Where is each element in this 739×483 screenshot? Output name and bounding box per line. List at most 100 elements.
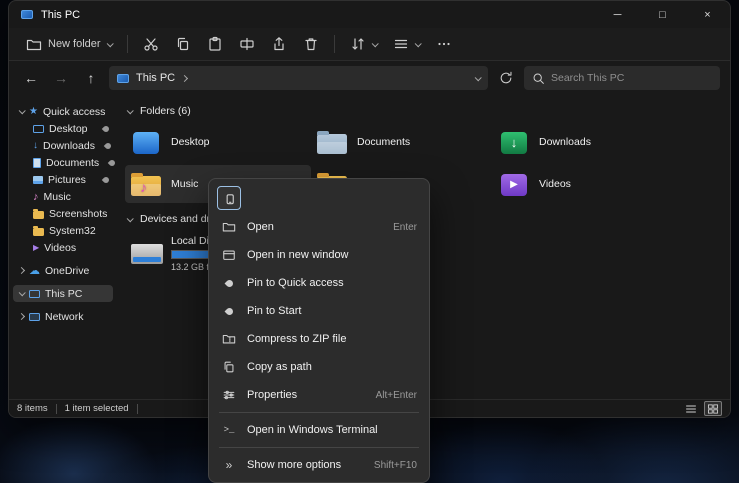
chevron-right-icon — [181, 74, 188, 81]
window-controls: ─ □ × — [595, 1, 730, 28]
videos-folder-icon: ▶ — [499, 171, 529, 198]
sidebar-item-label: Videos — [44, 242, 76, 254]
paste-button[interactable] — [200, 31, 230, 57]
thumbnail-view-button[interactable] — [704, 401, 722, 416]
thumbnail-view-icon — [707, 403, 719, 415]
folder-tile-desktop[interactable]: Desktop — [125, 123, 311, 161]
address-location[interactable]: This PC — [136, 72, 175, 84]
copy-path-icon — [221, 360, 237, 374]
menu-item-pin-start[interactable]: Pin to Start — [213, 297, 425, 325]
picture-icon — [33, 176, 43, 184]
properties-icon — [221, 388, 237, 402]
sidebar-item-downloads[interactable]: ↓ Downloads — [13, 137, 113, 154]
sidebar-item-label: Desktop — [49, 123, 88, 135]
sort-button[interactable] — [343, 31, 384, 57]
sidebar-item-network[interactable]: Network — [13, 308, 113, 325]
desktop-folder-icon — [131, 129, 161, 156]
paste-icon — [207, 36, 223, 52]
refresh-icon — [499, 71, 513, 85]
copy-button[interactable] — [168, 31, 198, 57]
delete-icon — [303, 36, 319, 52]
new-folder-button[interactable]: New folder — [19, 31, 119, 57]
sidebar-item-desktop[interactable]: Desktop — [13, 120, 113, 137]
menu-separator — [219, 447, 419, 448]
play-icon: ▶ — [33, 243, 39, 252]
folder-tile-documents[interactable]: Documents — [311, 123, 493, 161]
search-box[interactable] — [524, 66, 720, 90]
close-button[interactable]: × — [685, 1, 730, 28]
rename-icon — [239, 36, 255, 52]
sidebar-item-label: OneDrive — [45, 265, 89, 277]
menu-item-copy-as-path[interactable]: Copy as path — [213, 353, 425, 381]
sidebar-item-onedrive[interactable]: ☁ OneDrive — [13, 262, 113, 279]
sidebar-item-pictures[interactable]: Pictures — [13, 171, 113, 188]
open-icon — [221, 220, 237, 234]
sidebar-item-documents[interactable]: Documents — [13, 154, 113, 171]
see-more-icon — [436, 36, 452, 52]
downloads-folder-icon: ↓ — [499, 129, 529, 156]
copy-icon — [222, 191, 237, 206]
sidebar-item-music[interactable]: ♪ Music — [13, 188, 113, 205]
maximize-button[interactable]: □ — [640, 1, 685, 28]
context-menu: Open Enter Open in new window Pin to Qui… — [208, 178, 430, 483]
refresh-button[interactable] — [494, 66, 518, 90]
zip-icon — [221, 332, 237, 346]
network-icon — [29, 313, 40, 321]
pin-icon — [102, 175, 110, 183]
context-menu-icon-strip — [213, 183, 425, 213]
details-view-button[interactable] — [682, 401, 700, 416]
sidebar-item-label: Pictures — [48, 174, 86, 186]
cut-button[interactable] — [136, 31, 166, 57]
items-count: 8 items — [17, 403, 48, 414]
back-button[interactable]: ← — [19, 66, 43, 90]
menu-item-show-more-options[interactable]: » Show more options Shift+F10 — [213, 451, 425, 479]
rename-button[interactable] — [232, 31, 262, 57]
folders-section-header[interactable]: Folders (6) — [125, 101, 730, 121]
chevron-right-icon — [18, 313, 25, 320]
view-icon — [393, 36, 409, 52]
titlebar: This PC ─ □ × — [9, 1, 730, 28]
onedrive-cloud-icon: ☁ — [29, 264, 40, 277]
pin-icon — [102, 124, 110, 132]
downloads-icon: ↓ — [33, 140, 38, 151]
menu-item-open-new-window[interactable]: Open in new window — [213, 241, 425, 269]
address-dropdown-icon[interactable] — [475, 74, 482, 81]
minimize-button[interactable]: ─ — [595, 1, 640, 28]
sidebar-item-label: Screenshots — [49, 208, 107, 220]
folder-tile-downloads[interactable]: ↓ Downloads — [493, 123, 673, 161]
menu-item-pin-quick-access[interactable]: Pin to Quick access — [213, 269, 425, 297]
search-input[interactable] — [551, 72, 712, 84]
see-more-button[interactable] — [429, 31, 459, 57]
share-button[interactable] — [264, 31, 294, 57]
sidebar-item-label: Music — [44, 191, 71, 203]
sidebar-item-this-pc[interactable]: This PC — [13, 285, 113, 302]
document-icon — [33, 158, 41, 168]
folders-section-label: Folders (6) — [140, 105, 191, 117]
sidebar-item-system32[interactable]: System32 — [13, 222, 113, 239]
folder-icon — [33, 228, 44, 236]
sidebar-item-label: System32 — [49, 225, 96, 237]
up-button[interactable]: ↑ — [79, 66, 103, 90]
toolbar-separator — [127, 35, 128, 53]
share-icon — [271, 36, 287, 52]
address-bar[interactable]: This PC — [109, 66, 488, 90]
sidebar-item-screenshots[interactable]: Screenshots — [13, 205, 113, 222]
toolbar-separator — [334, 35, 335, 53]
folder-tile-videos[interactable]: ▶ Videos — [493, 165, 673, 203]
chevron-down-icon — [127, 107, 134, 114]
sidebar-item-videos[interactable]: ▶ Videos — [13, 239, 113, 256]
new-folder-label: New folder — [48, 38, 101, 50]
view-button[interactable] — [386, 31, 427, 57]
menu-item-properties[interactable]: Properties Alt+Enter — [213, 381, 425, 409]
documents-folder-icon — [317, 129, 347, 156]
menu-item-open-windows-terminal[interactable]: >_ Open in Windows Terminal — [213, 416, 425, 444]
sidebar-item-quick-access[interactable]: ★ Quick access — [13, 103, 113, 120]
delete-button[interactable] — [296, 31, 326, 57]
forward-button[interactable]: → — [49, 66, 73, 90]
folder-icon — [33, 211, 44, 219]
menu-item-compress-zip[interactable]: Compress to ZIP file — [213, 325, 425, 353]
local-disk-icon — [131, 240, 161, 267]
menu-item-open[interactable]: Open Enter — [213, 213, 425, 241]
this-pc-icon — [29, 290, 40, 298]
copy-button[interactable] — [217, 186, 241, 210]
